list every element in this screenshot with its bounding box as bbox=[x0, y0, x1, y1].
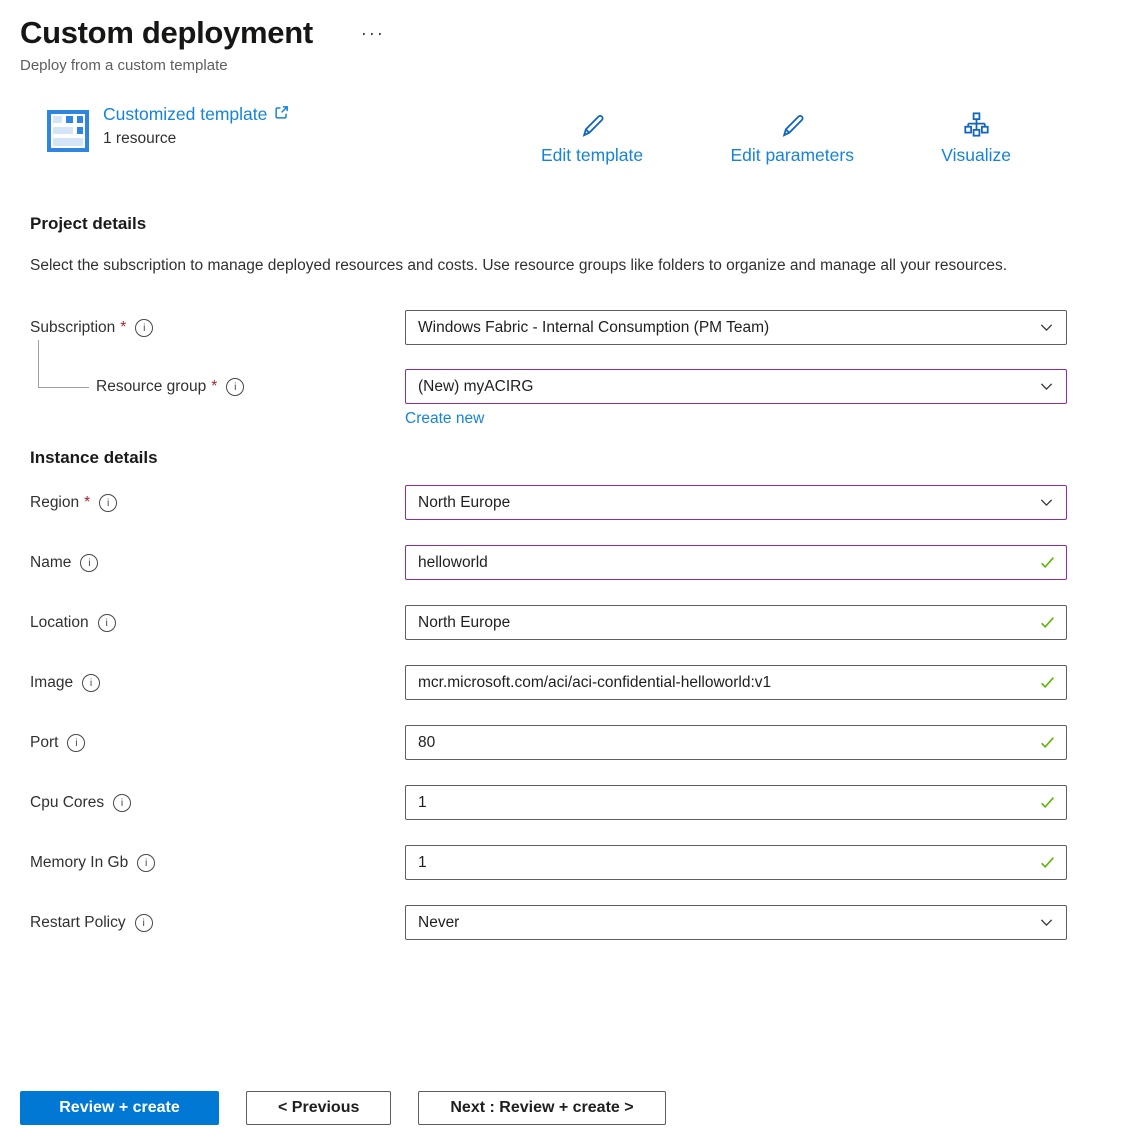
location-row: Location i bbox=[30, 605, 1125, 640]
resource-group-label: Resource group bbox=[96, 378, 206, 396]
resource-group-value: (New) myACIRG bbox=[418, 378, 533, 396]
cpu-cores-label: Cpu Cores bbox=[30, 794, 104, 812]
project-details-form: Subscription * i Windows Fabric - Intern… bbox=[0, 310, 1125, 404]
pencil-icon bbox=[579, 112, 606, 142]
name-label: Name bbox=[30, 554, 71, 572]
region-value: North Europe bbox=[418, 494, 510, 512]
region-row: Region * i North Europe bbox=[30, 485, 1125, 520]
subscription-label: Subscription bbox=[30, 319, 115, 337]
restart-policy-select[interactable]: Never bbox=[405, 905, 1067, 940]
subscription-row: Subscription * i Windows Fabric - Intern… bbox=[30, 310, 1125, 345]
info-icon[interactable]: i bbox=[135, 319, 153, 337]
page-subtitle: Deploy from a custom template bbox=[20, 57, 1125, 74]
edit-parameters-button[interactable]: Edit parameters bbox=[730, 112, 854, 166]
restart-policy-value: Never bbox=[418, 914, 459, 932]
edit-template-label: Edit template bbox=[541, 145, 643, 166]
customized-template-label: Customized template bbox=[103, 104, 267, 125]
info-icon[interactable]: i bbox=[113, 794, 131, 812]
info-icon[interactable]: i bbox=[226, 378, 244, 396]
cpu-cores-row: Cpu Cores i bbox=[30, 785, 1125, 820]
required-asterisk: * bbox=[84, 494, 90, 512]
subscription-select[interactable]: Windows Fabric - Internal Consumption (P… bbox=[405, 310, 1067, 345]
org-chart-icon bbox=[963, 112, 990, 142]
required-asterisk: * bbox=[211, 378, 217, 396]
pencil-icon bbox=[779, 112, 806, 142]
port-input[interactable] bbox=[405, 725, 1067, 760]
resource-group-row: Resource group * i (New) myACIRG Create … bbox=[30, 369, 1125, 404]
page-title: Custom deployment bbox=[20, 12, 313, 54]
project-details-heading: Project details bbox=[30, 214, 1125, 234]
location-label: Location bbox=[30, 614, 89, 632]
previous-button[interactable]: < Previous bbox=[246, 1091, 391, 1125]
memory-input[interactable] bbox=[405, 845, 1067, 880]
review-create-button[interactable]: Review + create bbox=[20, 1091, 219, 1125]
port-label: Port bbox=[30, 734, 58, 752]
more-options-ellipsis-icon[interactable]: ··· bbox=[357, 22, 389, 44]
customized-template-link[interactable]: Customized template bbox=[103, 104, 289, 125]
memory-row: Memory In Gb i bbox=[30, 845, 1125, 880]
project-details-description: Select the subscription to manage deploy… bbox=[30, 253, 1025, 279]
region-label: Region bbox=[30, 494, 79, 512]
required-asterisk: * bbox=[120, 319, 126, 337]
resource-count: 1 resource bbox=[103, 130, 289, 148]
create-new-link[interactable]: Create new bbox=[405, 410, 484, 428]
image-row: Image i bbox=[30, 665, 1125, 700]
visualize-button[interactable]: Visualize bbox=[941, 112, 1011, 166]
info-icon[interactable]: i bbox=[98, 614, 116, 632]
info-icon[interactable]: i bbox=[135, 914, 153, 932]
image-label: Image bbox=[30, 674, 73, 692]
info-icon[interactable]: i bbox=[99, 494, 117, 512]
region-select[interactable]: North Europe bbox=[405, 485, 1067, 520]
instance-details-heading: Instance details bbox=[30, 448, 1125, 468]
template-summary-row: Customized template 1 resource Edit temp… bbox=[0, 106, 1125, 168]
name-input[interactable] bbox=[405, 545, 1067, 580]
memory-label: Memory In Gb bbox=[30, 854, 128, 872]
page-header: Custom deployment ··· Deploy from a cust… bbox=[0, 0, 1125, 74]
name-row: Name i bbox=[30, 545, 1125, 580]
resource-group-select[interactable]: (New) myACIRG bbox=[405, 369, 1067, 404]
instance-details-form: Region * i North Europe Name i Loca bbox=[0, 485, 1125, 940]
info-icon[interactable]: i bbox=[80, 554, 98, 572]
info-icon[interactable]: i bbox=[67, 734, 85, 752]
restart-policy-row: Restart Policy i Never bbox=[30, 905, 1125, 940]
location-input[interactable] bbox=[405, 605, 1067, 640]
parent-child-connector-line bbox=[38, 340, 89, 388]
subscription-value: Windows Fabric - Internal Consumption (P… bbox=[418, 319, 769, 337]
template-actions: Edit template Edit parameters bbox=[541, 112, 1011, 166]
image-input[interactable] bbox=[405, 665, 1067, 700]
cpu-cores-input[interactable] bbox=[405, 785, 1067, 820]
info-icon[interactable]: i bbox=[137, 854, 155, 872]
port-row: Port i bbox=[30, 725, 1125, 760]
visualize-label: Visualize bbox=[941, 145, 1011, 166]
external-link-icon bbox=[274, 104, 289, 125]
edit-parameters-label: Edit parameters bbox=[730, 145, 854, 166]
info-icon[interactable]: i bbox=[82, 674, 100, 692]
restart-policy-label: Restart Policy bbox=[30, 914, 126, 932]
wizard-footer: Review + create < Previous Next : Review… bbox=[20, 1091, 666, 1125]
edit-template-button[interactable]: Edit template bbox=[541, 112, 643, 166]
template-icon bbox=[45, 108, 91, 154]
next-button[interactable]: Next : Review + create > bbox=[418, 1091, 665, 1125]
